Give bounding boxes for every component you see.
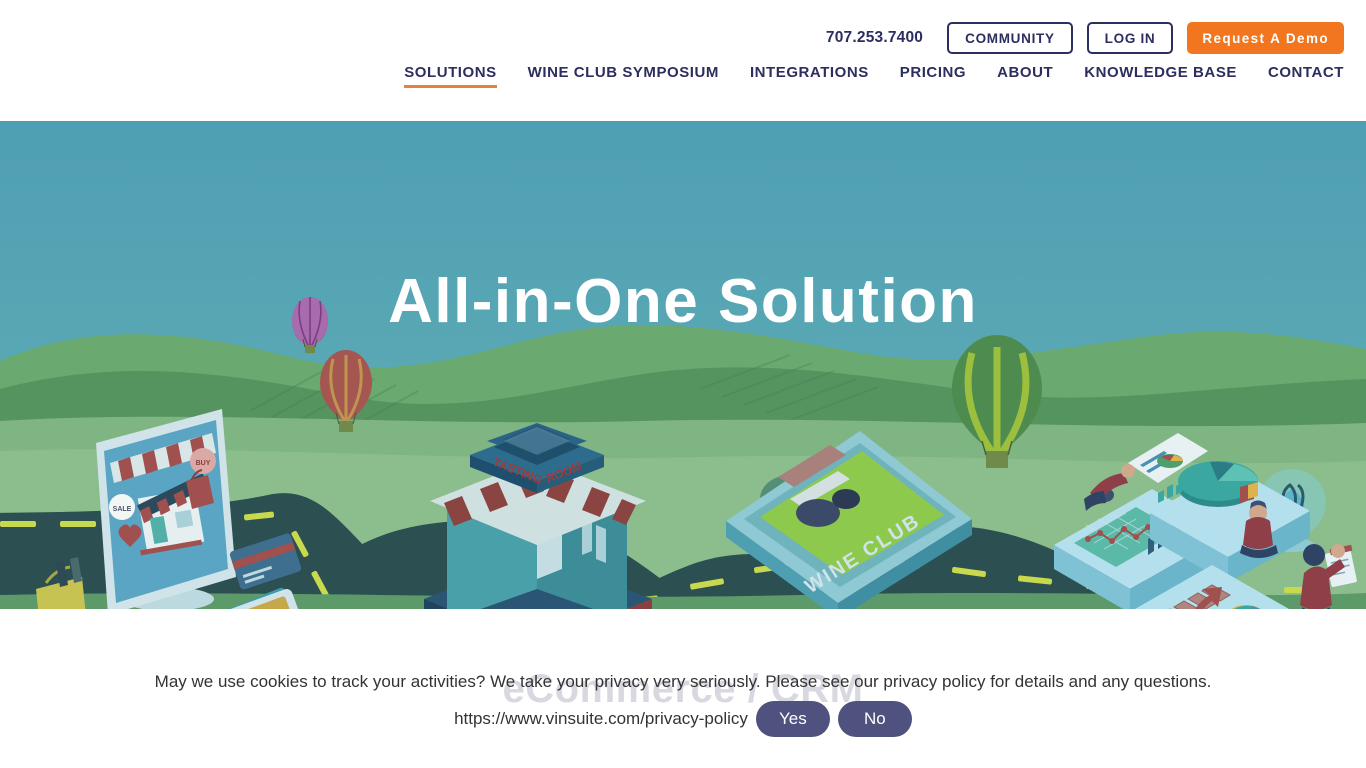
- cookie-accept-button[interactable]: Yes: [755, 701, 830, 738]
- utility-bar: 707.253.7400 COMMUNITY LOG IN Request A …: [0, 0, 1366, 56]
- svg-text:SALE: SALE: [113, 506, 132, 513]
- main-navigation: SOLUTIONS WINE CLUB SYMPOSIUM INTEGRATIO…: [0, 56, 1366, 90]
- nav-item-about[interactable]: ABOUT: [997, 64, 1053, 90]
- nav-item-knowledge-base[interactable]: KNOWLEDGE BASE: [1084, 64, 1237, 90]
- cookie-message: May we use cookies to track your activit…: [154, 672, 1212, 691]
- hero-section: SALE BUY TASTING ROOM WINE CLUB All-in-O…: [0, 121, 1366, 609]
- hero-illustration: SALE BUY TASTING ROOM WINE CLUB: [0, 121, 1366, 609]
- svg-text:BUY: BUY: [196, 460, 211, 467]
- site-header: 707.253.7400 COMMUNITY LOG IN Request A …: [0, 0, 1366, 121]
- nav-item-wine-club-symposium[interactable]: WINE CLUB SYMPOSIUM: [528, 64, 719, 90]
- below-hero-section: eCommerce / CRM May we use cookies to tr…: [0, 609, 1366, 768]
- cookie-consent-banner: May we use cookies to track your activit…: [0, 669, 1366, 738]
- request-demo-button[interactable]: Request A Demo: [1187, 22, 1344, 54]
- nav-item-integrations[interactable]: INTEGRATIONS: [750, 64, 869, 90]
- nav-item-pricing[interactable]: PRICING: [900, 64, 966, 90]
- community-button[interactable]: COMMUNITY: [947, 22, 1073, 54]
- nav-item-solutions[interactable]: SOLUTIONS: [404, 64, 498, 90]
- login-button[interactable]: LOG IN: [1086, 22, 1174, 54]
- nav-item-contact[interactable]: CONTACT: [1268, 64, 1344, 90]
- phone-number[interactable]: 707.253.7400: [826, 29, 923, 47]
- cookie-decline-button[interactable]: No: [837, 701, 912, 738]
- cookie-actions-row: https://www.vinsuite.com/privacy-policy …: [0, 701, 1366, 738]
- ecommerce-monitor: SALE BUY: [96, 409, 236, 609]
- privacy-policy-link[interactable]: https://www.vinsuite.com/privacy-policy: [454, 706, 748, 732]
